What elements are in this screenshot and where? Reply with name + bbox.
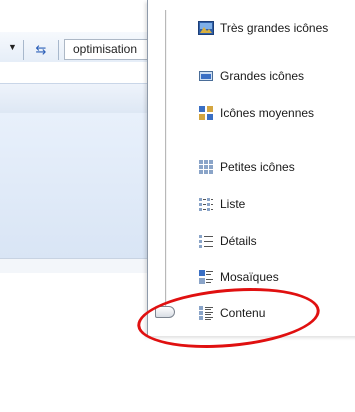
large-icons-icon [199,71,213,81]
small-icons-icon [199,160,213,174]
refresh-arrows-icon[interactable]: ⇆ [30,40,52,60]
list-view-icon [199,198,213,211]
explorer-status-band [0,258,148,273]
medium-icons-icon [199,106,213,120]
extra-large-icons-icon [198,21,214,35]
view-slider-track[interactable] [165,10,167,313]
search-input[interactable]: optimisation [64,39,154,60]
explorer-content-area [0,113,148,258]
toolbar-separator [58,40,59,60]
tiles-view-icon [199,270,213,284]
details-view-icon [199,235,213,248]
explorer-header-band [0,83,148,114]
toolbar-separator [23,40,24,60]
chevron-down-icon[interactable]: ▼ [8,42,17,52]
